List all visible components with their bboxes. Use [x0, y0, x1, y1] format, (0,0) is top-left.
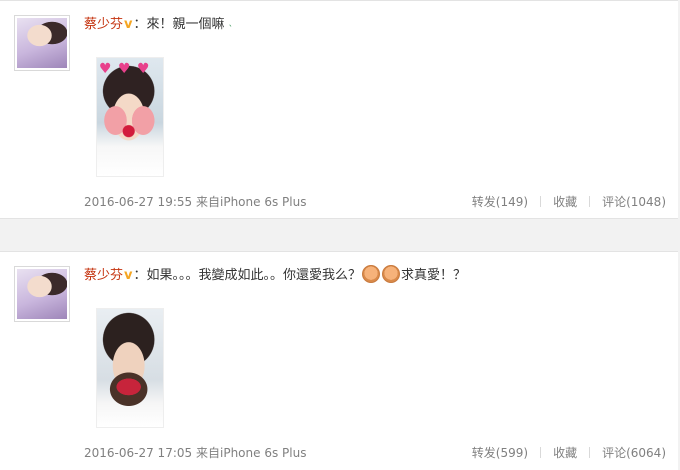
post-photo[interactable] — [96, 308, 164, 428]
post-actions: 转发(149) 收藏 评论(1048) — [472, 193, 666, 211]
post-text-line: 蔡少芬v：來！親一個嘛 ˋ — [84, 14, 668, 41]
avatar[interactable] — [14, 266, 70, 322]
small-icon: ˋ — [228, 25, 234, 35]
repost-button[interactable]: 转发(599) — [472, 446, 528, 460]
post-text-line: 蔡少芬v：如果。。。我變成如此。。你還愛我么？ 求真愛！？ — [84, 265, 668, 287]
feed-post: 蔡少芬v：如果。。。我變成如此。。你還愛我么？ 求真愛！？ 2016-06-27 … — [0, 251, 678, 470]
post-content: 蔡少芬v：來！親一個嘛 ˋ — [84, 14, 668, 41]
feed-post: 蔡少芬v：來！親一個嘛 ˋ ♥ ♥ ♥ 2016-06-27 19:55 来自iP… — [0, 0, 678, 219]
post-time[interactable]: 2016-06-27 17:05 — [84, 444, 192, 462]
post-content: 蔡少芬v：如果。。。我變成如此。。你還愛我么？ 求真愛！？ — [84, 265, 668, 287]
divider — [589, 196, 591, 207]
post-meta: 2016-06-27 19:55 来自iPhone 6s Plus 转发(149… — [84, 193, 666, 211]
post-text: 來！親一個嘛 — [146, 17, 225, 32]
verified-v-icon[interactable]: v — [124, 14, 132, 36]
verified-v-icon[interactable]: v — [124, 265, 132, 287]
avatar-image — [17, 269, 67, 319]
emoji-icon — [382, 265, 401, 283]
author-name[interactable]: 蔡少芬 — [84, 17, 123, 32]
post-text-end: 求真愛！？ — [401, 268, 467, 283]
post-source[interactable]: 来自iPhone 6s Plus — [196, 444, 306, 462]
colon: ： — [133, 17, 147, 32]
author-name[interactable]: 蔡少芬 — [84, 268, 123, 283]
divider — [540, 447, 542, 458]
avatar-image — [17, 18, 67, 68]
post-actions: 转发(599) 收藏 评论(6064) — [472, 444, 666, 462]
divider — [540, 196, 542, 207]
post-time[interactable]: 2016-06-27 19:55 — [84, 193, 192, 211]
favorite-button[interactable]: 收藏 — [553, 195, 577, 209]
heart-stickers: ♥ ♥ ♥ — [99, 61, 151, 77]
emoji-icon — [362, 265, 381, 283]
favorite-button[interactable]: 收藏 — [553, 446, 577, 460]
divider — [589, 447, 591, 458]
comment-button[interactable]: 评论(6064) — [602, 446, 666, 460]
comment-button[interactable]: 评论(1048) — [602, 195, 666, 209]
post-meta: 2016-06-27 17:05 来自iPhone 6s Plus 转发(599… — [84, 444, 666, 462]
avatar[interactable] — [14, 15, 70, 71]
repost-button[interactable]: 转发(149) — [472, 195, 528, 209]
weibo-feed: 蔡少芬v：來！親一個嘛 ˋ ♥ ♥ ♥ 2016-06-27 19:55 来自iP… — [0, 0, 680, 470]
post-photo[interactable]: ♥ ♥ ♥ — [96, 57, 164, 177]
post-text: 如果。。。我變成如此。。你還愛我么？ — [146, 268, 362, 283]
post-source[interactable]: 来自iPhone 6s Plus — [196, 193, 306, 211]
colon: ： — [133, 268, 147, 283]
